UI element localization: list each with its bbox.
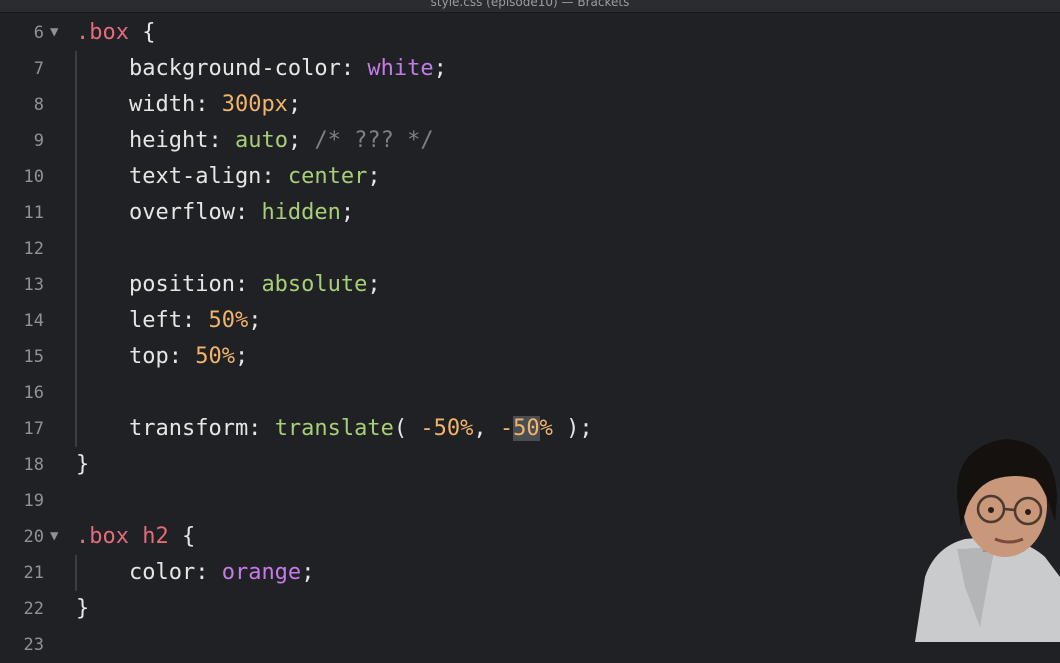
code-token: ;: [367, 272, 381, 297]
code-text: .box {: [76, 15, 155, 51]
code-line[interactable]: 14 left: 50%;: [0, 303, 1060, 339]
code-token: center: [287, 164, 368, 189]
code-token: background-color:: [76, 56, 368, 81]
line-number: 8: [33, 95, 44, 115]
code-line[interactable]: 12: [0, 231, 1060, 267]
line-number: 22: [23, 599, 44, 619]
code-token: white: [367, 56, 434, 81]
code-line[interactable]: 7 background-color: white;: [0, 51, 1060, 87]
code-text: }: [76, 447, 89, 483]
code-token: {: [168, 524, 196, 549]
code-text: }: [76, 591, 89, 627]
code-text: .box h2 {: [76, 519, 195, 555]
code-token: orange: [221, 560, 302, 585]
code-token: 50%: [208, 308, 249, 333]
code-line[interactable]: 11 overflow: hidden;: [0, 195, 1060, 231]
line-number: 12: [23, 239, 44, 259]
code-token: overflow:: [76, 200, 262, 225]
line-number: 16: [23, 383, 44, 403]
code-text: background-color: white;: [76, 51, 447, 87]
window-title: style.css (episode10) — Brackets: [430, 0, 630, 9]
code-line[interactable]: 13 position: absolute;: [0, 267, 1060, 303]
code-token: color:: [76, 560, 222, 585]
code-token: ,: [473, 416, 500, 441]
code-token: .box h2: [76, 524, 169, 549]
code-line[interactable]: 9 height: auto; /* ??? */: [0, 123, 1060, 159]
code-text: color: orange;: [76, 555, 314, 591]
line-number: 17: [23, 419, 44, 439]
fold-arrow-icon[interactable]: ▼: [50, 518, 58, 554]
fold-arrow-icon[interactable]: ▼: [50, 14, 58, 50]
line-number: 21: [23, 563, 44, 583]
code-token: hidden: [261, 200, 341, 225]
code-text: top: 50%;: [76, 339, 248, 375]
code-token: }: [76, 452, 90, 477]
line-number: 11: [23, 203, 44, 223]
code-token: %: [539, 416, 553, 441]
code-line[interactable]: 16: [0, 375, 1060, 411]
code-token: (: [393, 416, 421, 441]
line-number: 15: [23, 347, 44, 367]
code-token: ;: [287, 128, 315, 153]
code-text: position: absolute;: [76, 267, 381, 303]
code-token: width:: [76, 92, 222, 117]
code-token: auto: [234, 128, 288, 153]
code-token: 300px: [221, 92, 288, 117]
line-number: 9: [33, 131, 44, 151]
code-line[interactable]: 6 ▼ .box {: [0, 15, 1060, 51]
code-token: top:: [76, 344, 196, 369]
code-token: translate: [274, 416, 394, 441]
line-number: 20: [23, 527, 44, 547]
webcam-overlay: [915, 439, 1060, 642]
code-token: ;: [340, 200, 355, 225]
code-token: /* ??? */: [314, 128, 434, 153]
code-token: ;: [433, 56, 447, 81]
line-number: 6: [33, 23, 44, 43]
code-text: text-align: center;: [76, 159, 381, 195]
code-line[interactable]: 8 width: 300px;: [0, 87, 1060, 123]
code-text: width: 300px;: [76, 87, 301, 123]
line-number: 23: [23, 635, 44, 655]
code-token: ;: [367, 164, 381, 189]
code-token: left:: [76, 308, 209, 333]
line-number: 7: [33, 59, 44, 79]
code-token: position:: [76, 272, 262, 297]
code-token: 50%: [195, 344, 235, 369]
line-number: 14: [23, 311, 44, 331]
code-token: -: [499, 416, 514, 441]
code-token: ;: [301, 560, 315, 585]
code-token: 50: [513, 416, 540, 441]
code-text: overflow: hidden;: [76, 195, 354, 231]
code-line[interactable]: 10 text-align: center;: [0, 159, 1060, 195]
code-token: ;: [234, 344, 249, 369]
code-token: ;: [248, 308, 262, 333]
line-number: 10: [23, 167, 44, 187]
code-token: ;: [287, 92, 302, 117]
code-token: absolute: [261, 272, 368, 297]
code-token: -50%: [420, 416, 474, 441]
code-text: transform: translate( -50%, -50% );: [76, 411, 593, 447]
code-token: transform:: [76, 416, 275, 441]
code-text: height: auto; /* ??? */: [76, 123, 434, 159]
line-number: 18: [23, 455, 44, 475]
code-token: .box: [76, 20, 129, 45]
code-line[interactable]: 15 top: 50%;: [0, 339, 1060, 375]
code-text: left: 50%;: [76, 303, 261, 339]
code-token: height:: [76, 128, 235, 153]
code-token: {: [128, 20, 156, 45]
window-titlebar: style.css (episode10) — Brackets: [0, 0, 1060, 13]
line-number: 13: [23, 275, 44, 295]
code-token: }: [76, 596, 90, 621]
code-token: );: [552, 416, 593, 441]
line-number: 19: [23, 491, 44, 511]
code-token: text-align:: [76, 164, 288, 189]
